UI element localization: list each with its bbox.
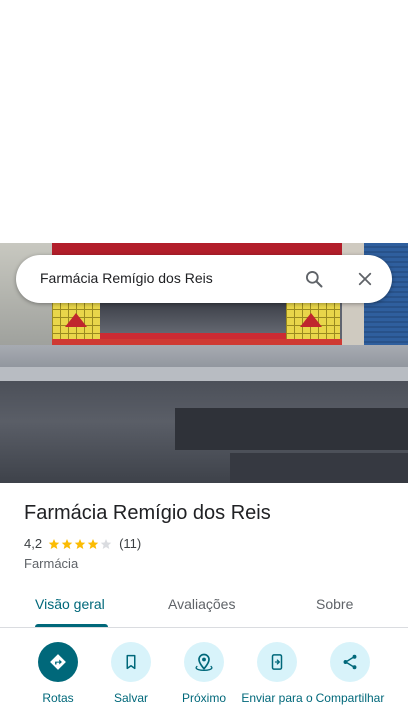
star-icon — [61, 538, 73, 549]
review-count: (11) — [119, 536, 142, 551]
send-to-phone-button[interactable]: Enviar para o — [241, 642, 313, 706]
close-icon[interactable] — [351, 265, 379, 293]
search-query[interactable]: Farmácia Remígio dos Reis — [40, 270, 213, 286]
rating-stars — [48, 538, 113, 550]
photo-road-patch — [175, 408, 408, 450]
place-title: Farmácia Remígio dos Reis — [24, 502, 271, 524]
save-button[interactable]: Salvar — [101, 642, 161, 706]
directions-icon[interactable] — [38, 642, 78, 682]
map-blank-area — [0, 0, 408, 243]
share-icon[interactable] — [330, 642, 370, 682]
send-to-phone-icon[interactable] — [257, 642, 297, 682]
save-label: Salvar — [113, 691, 148, 705]
place-category[interactable]: Farmácia — [24, 556, 78, 571]
tab-reviews[interactable]: Avaliações — [168, 596, 235, 612]
search-bar[interactable]: Farmácia Remígio dos Reis — [16, 255, 392, 303]
tab-indicator — [35, 624, 108, 627]
nearby-icon[interactable] — [184, 642, 224, 682]
star-icon — [74, 538, 86, 549]
rating-row[interactable]: 4,2 (11) — [24, 536, 141, 551]
tab-bar: Visão geral Avaliações Sobre — [0, 584, 408, 628]
star-icon — [48, 538, 60, 549]
directions-label: Rotas — [42, 691, 74, 705]
bookmark-icon[interactable] — [111, 642, 151, 682]
photo-logo-triangle — [65, 313, 87, 327]
directions-button[interactable]: Rotas — [28, 642, 88, 706]
photo-road-patch — [230, 453, 408, 483]
star-icon — [87, 538, 99, 549]
rating-value: 4,2 — [24, 536, 43, 551]
tab-overview[interactable]: Visão geral — [35, 596, 105, 612]
share-button[interactable]: Compartilhar — [316, 642, 384, 706]
tab-about[interactable]: Sobre — [316, 596, 353, 612]
star-empty-icon — [100, 538, 112, 549]
share-label: Compartilhar — [315, 691, 385, 705]
photo-logo-triangle — [300, 313, 322, 327]
nearby-label: Próximo — [181, 691, 226, 705]
nearby-button[interactable]: Próximo — [174, 642, 234, 706]
photo-sign-band — [52, 243, 342, 255]
search-icon[interactable] — [300, 265, 328, 293]
send-to-phone-label: Enviar para o — [241, 691, 313, 705]
